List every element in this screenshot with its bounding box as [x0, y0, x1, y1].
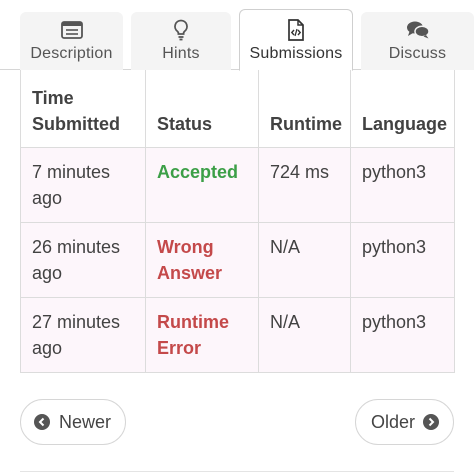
- table-row[interactable]: 7 minutes ago Accepted 724 ms python3: [20, 146, 455, 223]
- chat-bubbles-icon: [406, 19, 430, 41]
- table-row[interactable]: 27 minutes ago Runtime Error N/A python3: [20, 296, 455, 373]
- code-file-icon: [287, 19, 305, 41]
- cell-status[interactable]: Accepted: [145, 146, 259, 223]
- table-row[interactable]: 26 minutes ago Wrong Answer N/A python3: [20, 221, 455, 298]
- tab-discuss[interactable]: Discuss: [361, 12, 474, 70]
- cell-runtime: N/A: [258, 221, 351, 298]
- tab-discuss-label: Discuss: [388, 45, 447, 62]
- tab-description-label: Description: [30, 45, 113, 62]
- older-button-label: Older: [371, 411, 416, 432]
- older-button[interactable]: Older: [355, 399, 454, 445]
- cell-status[interactable]: Wrong Answer: [145, 221, 259, 298]
- cell-status[interactable]: Runtime Error: [145, 296, 259, 373]
- header-status: Status: [145, 70, 259, 148]
- document-icon: [60, 19, 83, 41]
- divider: [20, 471, 454, 472]
- newer-button-label: Newer: [59, 411, 112, 432]
- tab-description[interactable]: Description: [20, 12, 123, 70]
- tab-hints-label: Hints: [162, 45, 200, 62]
- header-language: Language: [350, 70, 455, 148]
- cell-time: 7 minutes ago: [20, 146, 146, 223]
- tab-submissions-label: Submissions: [249, 45, 343, 62]
- cell-runtime: N/A: [258, 296, 351, 373]
- submissions-table: Time Submitted Status Runtime Language 7…: [20, 70, 455, 373]
- cell-language: python3: [350, 296, 455, 373]
- chevron-right-icon: [423, 414, 440, 430]
- cell-language: python3: [350, 146, 455, 223]
- cell-runtime: 724 ms: [258, 146, 351, 223]
- lightbulb-icon: [173, 19, 189, 41]
- newer-button[interactable]: Newer: [20, 399, 126, 445]
- chevron-left-icon: [34, 414, 50, 430]
- table-header-row: Time Submitted Status Runtime Language: [20, 70, 455, 148]
- header-time-submitted: Time Submitted: [20, 70, 146, 148]
- tab-hints[interactable]: Hints: [131, 12, 231, 70]
- tab-bar: Description Hints Submissions Discuss: [0, 0, 474, 71]
- cell-time: 27 minutes ago: [20, 296, 146, 373]
- cell-language: python3: [350, 221, 455, 298]
- tab-submissions[interactable]: Submissions: [239, 9, 353, 71]
- cell-time: 26 minutes ago: [20, 221, 146, 298]
- header-runtime: Runtime: [258, 70, 351, 148]
